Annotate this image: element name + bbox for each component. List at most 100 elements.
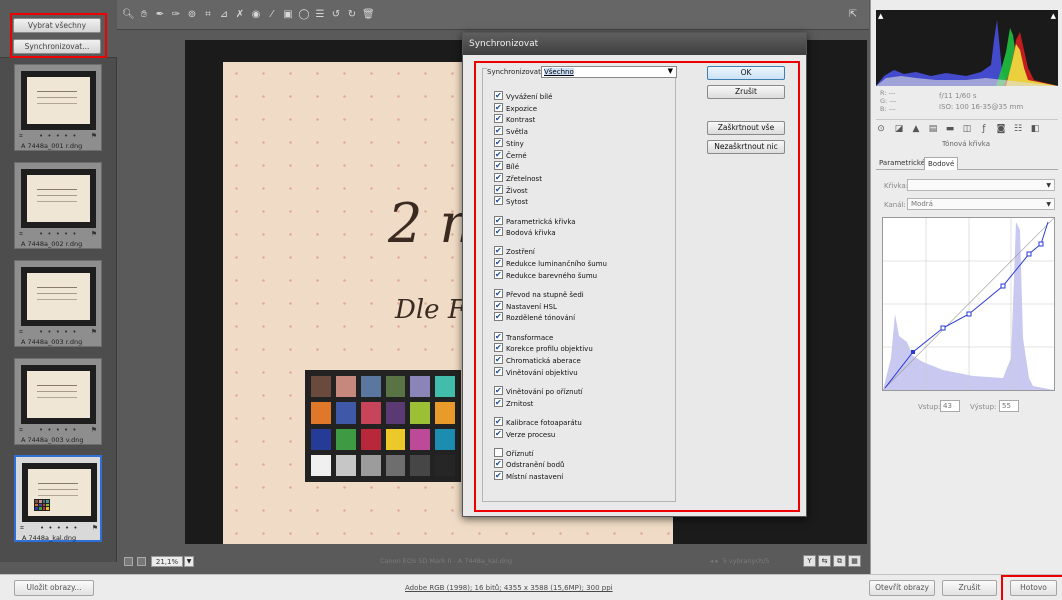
crop-tool-icon[interactable]: ⌗ (202, 9, 214, 21)
view-swap-icon[interactable]: ⇆ (818, 555, 831, 567)
curve-point[interactable] (966, 311, 972, 317)
hsl-panel-icon[interactable]: ▤ (927, 123, 939, 135)
zoom-dropdown-icon[interactable]: ▼ (184, 556, 194, 567)
checkbox[interactable] (494, 300, 503, 311)
sync-option-row[interactable]: Vyvážení bílé (494, 90, 552, 102)
checkbox[interactable] (494, 416, 503, 427)
tone-curve-graph[interactable] (882, 217, 1055, 391)
checkbox[interactable] (494, 470, 503, 481)
checkbox[interactable] (494, 226, 503, 237)
sync-option-row[interactable]: Převod na stupně šedi (494, 288, 584, 300)
fx-panel-icon[interactable]: ƒ (978, 123, 990, 135)
sync-option-row[interactable]: Transformace (494, 331, 553, 343)
filmstrip-item[interactable]: ⌗ • • • • • ⚑ A 7448a_002 r.dng (14, 162, 102, 249)
sync-option-row[interactable]: Místní nastavení (494, 470, 563, 482)
checkbox[interactable] (494, 137, 503, 148)
workflow-options-link[interactable]: Adobe RGB (1998); 16 bitů; 4355 x 3588 (… (405, 584, 665, 592)
checkbox[interactable] (494, 245, 503, 256)
rating-stars[interactable]: • • • • • (39, 328, 78, 336)
rotate-left-icon[interactable]: ↺ (330, 9, 342, 21)
preferences-icon[interactable]: ☰ (314, 9, 326, 21)
checkbox[interactable] (494, 342, 503, 353)
tab-point[interactable]: Bodové (924, 157, 959, 170)
sync-preset-select[interactable]: Všechno ▼ (541, 66, 677, 78)
rating-stars[interactable]: • • • • • (39, 132, 78, 140)
sync-option-row[interactable]: Zrnitost (494, 397, 533, 409)
sync-option-row[interactable]: Korekce profilu objektivu (494, 342, 593, 354)
clipping-warning-left-icon[interactable]: ▲ (878, 12, 883, 20)
straighten-tool-icon[interactable]: ⊿ (218, 9, 230, 21)
detail-panel-icon[interactable]: ▲ (910, 123, 922, 135)
spot-removal-icon[interactable]: ✗ (234, 9, 246, 21)
clipping-warning-right-icon[interactable]: ▲ (1051, 12, 1056, 20)
sync-option-row[interactable]: Černé (494, 149, 527, 161)
curve-point[interactable] (1026, 251, 1032, 257)
checkbox[interactable] (494, 331, 503, 342)
checkbox[interactable] (494, 366, 503, 377)
checkbox[interactable] (494, 160, 503, 171)
check-all-button[interactable]: Zaškrtnout vše (707, 121, 785, 135)
checkbox[interactable] (494, 257, 503, 268)
open-images-button[interactable]: Otevřít obrazy (869, 580, 935, 596)
checkbox[interactable] (494, 354, 503, 365)
color-sampler-tool-icon[interactable]: ✑ (170, 9, 182, 21)
tone-curve-svg[interactable] (882, 217, 1055, 391)
checkbox[interactable] (494, 269, 503, 280)
radial-filter-icon[interactable]: ◯ (298, 9, 310, 21)
filmstrip-item[interactable]: ⌗ • • • • • ⚑ A 7448a_003 r.dng (14, 260, 102, 347)
sync-option-row[interactable]: Bílé (494, 160, 519, 172)
presets-panel-icon[interactable]: ☷ (1012, 123, 1024, 135)
output-value-field[interactable]: 55 (999, 400, 1019, 412)
checkbox[interactable] (494, 113, 503, 124)
trash-icon[interactable]: 🗑︎ (362, 9, 375, 21)
snapshots-panel-icon[interactable]: ◧ (1029, 123, 1041, 135)
sync-option-row[interactable]: Bodová křivka (494, 226, 556, 238)
filmstrip-item-selected[interactable]: ⌗ • • • • • ⚑ A 7448a_kal.dng (14, 455, 102, 542)
zoom-fit-icon[interactable] (137, 557, 146, 566)
checkbox[interactable] (494, 288, 503, 299)
sync-option-row[interactable]: Kontrast (494, 113, 535, 125)
sync-option-row[interactable]: Redukce barevného šumu (494, 269, 597, 281)
sync-option-row[interactable]: Parametrická křivka (494, 215, 576, 227)
lens-panel-icon[interactable]: ◫ (961, 123, 973, 135)
channel-select[interactable]: Modrá ▼ (907, 198, 1055, 210)
sync-option-row[interactable]: Vinětování po oříznutí (494, 385, 583, 397)
before-after-icon[interactable] (124, 557, 133, 566)
sync-option-row[interactable]: Expozice (494, 102, 537, 114)
checkbox[interactable] (494, 125, 503, 136)
checkbox[interactable] (494, 90, 503, 101)
uncheck-all-button[interactable]: Nezaškrtnout nic (707, 140, 785, 154)
tone-curve-panel-icon[interactable]: ◪ (893, 123, 905, 135)
targeted-adjustment-icon[interactable]: ⊚ (186, 9, 198, 21)
ok-button[interactable]: OK (707, 66, 785, 80)
curve-point[interactable] (1038, 241, 1044, 247)
save-images-button[interactable]: Uložit obrazy... (14, 580, 94, 596)
select-all-button[interactable]: Vybrat všechny (13, 18, 101, 33)
sync-option-row[interactable]: Kalibrace fotoaparátu (494, 416, 582, 428)
sync-option-row[interactable]: Zostření (494, 245, 535, 257)
checkbox[interactable] (494, 385, 503, 396)
checkbox[interactable] (494, 428, 503, 439)
sync-option-row[interactable]: Živost (494, 184, 528, 196)
selection-navigation[interactable]: ◂ ▸ 5 vybraných/5 (710, 557, 790, 565)
sync-option-row[interactable]: Redukce luminančního šumu (494, 257, 607, 269)
rating-stars[interactable]: • • • • • (39, 426, 78, 434)
sync-option-row[interactable]: Oříznutí (494, 447, 534, 459)
checkbox[interactable] (494, 195, 503, 206)
checkbox[interactable] (494, 458, 503, 469)
prev-next-icon[interactable]: ◂ ▸ (710, 557, 723, 565)
sync-option-row[interactable]: Chromatická aberace (494, 354, 581, 366)
view-mode-y-icon[interactable]: Y (803, 555, 816, 567)
sync-option-row[interactable]: Zřetelnost (494, 172, 542, 184)
filmstrip-item[interactable]: ⌗ • • • • • ⚑ A 7448a_003 v.dng (14, 358, 102, 445)
red-eye-icon[interactable]: ◉ (250, 9, 262, 21)
curve-preset-select[interactable]: ▼ (907, 179, 1055, 191)
rating-stars[interactable]: • • • • • (39, 230, 78, 238)
tab-parametric[interactable]: Parametrické (876, 157, 928, 170)
camera-calibration-icon[interactable]: ◙ (995, 123, 1007, 135)
adjustment-brush-icon[interactable]: ⁄ (266, 9, 278, 21)
view-toggle-icon[interactable]: ▦ (848, 555, 861, 567)
synchronize-button[interactable]: Synchronizovat... (13, 39, 101, 54)
graduated-filter-icon[interactable]: ▣ (282, 9, 294, 21)
cancel-button[interactable]: Zrušit (707, 85, 785, 99)
